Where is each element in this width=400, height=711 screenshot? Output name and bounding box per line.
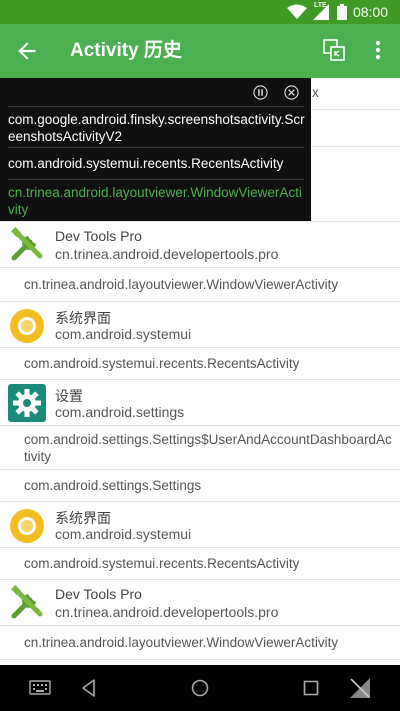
app-row[interactable]: 设置 com.android.settings <box>0 380 400 426</box>
recents-square-icon[interactable] <box>302 679 320 697</box>
overlay-divider <box>8 106 304 107</box>
signal-icon: LTE <box>312 2 331 20</box>
back-triangle-icon[interactable] <box>80 678 98 698</box>
app-row[interactable]: 系统界面 com.android.systemui <box>0 302 400 348</box>
wifi-icon <box>286 4 307 19</box>
app-name: 系统界面 <box>55 310 111 326</box>
activity-row[interactable]: com.android.settings.Settings <box>0 470 400 502</box>
app-package: cn.trinea.android.developertools.pro <box>55 246 279 262</box>
partial-row-text: x <box>312 85 319 100</box>
overlay-activity-item: com.android.systemui.recents.RecentsActi… <box>8 156 284 171</box>
dev-tools-icon <box>8 584 46 622</box>
systemui-icon <box>10 509 44 543</box>
settings-gear-icon <box>8 384 46 422</box>
app-name: 系统界面 <box>55 510 111 526</box>
activity-name: com.android.settings.Settings$UserAndAcc… <box>24 432 392 464</box>
activity-name: cn.trinea.android.layoutviewer.WindowVie… <box>24 635 339 650</box>
dev-tools-icon <box>8 226 46 264</box>
overlay-current-activity: cn.trinea.android.layoutviewer.WindowVie… <box>8 185 302 217</box>
pause-icon[interactable] <box>253 85 268 100</box>
activity-name: com.android.systemui.recents.RecentsActi… <box>24 356 300 371</box>
app-name: Dev Tools Pro <box>55 586 142 602</box>
app-row[interactable]: 系统界面 com.android.systemui <box>0 502 400 548</box>
app-package: com.android.systemui <box>55 526 192 542</box>
app-package: cn.trinea.android.developertools.pro <box>55 604 279 620</box>
battery-icon <box>336 4 347 20</box>
clock: 08:00 <box>352 4 388 20</box>
status-icons: LTE 08:00 <box>286 2 388 21</box>
activity-name: com.android.systemui.recents.RecentsActi… <box>24 556 300 571</box>
more-vert-icon[interactable] <box>368 38 388 62</box>
activity-name: com.android.settings.Settings <box>24 478 202 493</box>
activity-row[interactable]: com.android.settings.Settings$UserAndAcc… <box>0 426 400 470</box>
app-name: 设置 <box>55 388 83 404</box>
app-package: com.android.settings <box>55 404 185 420</box>
home-circle-icon[interactable] <box>190 678 210 698</box>
activity-row[interactable]: com.android.systemui.recents.RecentsActi… <box>0 548 400 580</box>
status-bar: LTE 08:00 <box>0 0 400 24</box>
page-title: Activity 历史 <box>70 40 182 61</box>
close-icon[interactable] <box>284 85 299 100</box>
rotate-icon[interactable] <box>348 676 372 700</box>
arrow-back-icon[interactable] <box>14 38 40 64</box>
app-package: com.android.systemui <box>55 326 192 342</box>
activity-row[interactable]: cn.trinea.android.layoutviewer.WindowVie… <box>0 626 400 660</box>
app-row[interactable]: Dev Tools Pro cn.trinea.android.develope… <box>0 222 400 268</box>
current-activity-overlay[interactable]: com.google.android.finsky.screenshotsact… <box>0 78 311 221</box>
overlay-activity-item: com.google.android.finsky.screenshotsact… <box>8 112 305 144</box>
systemui-icon <box>10 309 44 343</box>
activity-name: cn.trinea.android.layoutviewer.WindowVie… <box>24 277 339 292</box>
keyboard-icon[interactable] <box>29 678 51 698</box>
app-row[interactable]: Dev Tools Pro cn.trinea.android.develope… <box>0 580 400 626</box>
lte-label: LTE <box>313 2 327 9</box>
app-name: Dev Tools Pro <box>55 228 142 244</box>
activity-row[interactable]: cn.trinea.android.layoutviewer.WindowVie… <box>0 268 400 302</box>
activity-row[interactable]: com.android.systemui.recents.RecentsActi… <box>0 348 400 380</box>
app-bar: Activity 历史 <box>0 24 400 78</box>
layout-viewer-icon[interactable] <box>322 38 346 62</box>
overlay-divider <box>8 179 304 180</box>
overlay-divider <box>8 147 304 148</box>
system-nav-bar <box>0 665 400 711</box>
